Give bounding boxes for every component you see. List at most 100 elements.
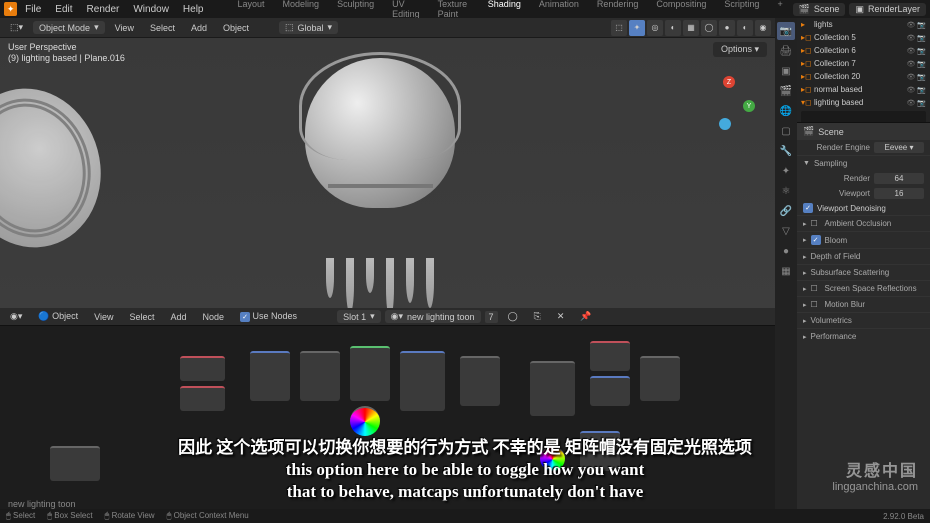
collection-icon: ▸◻ <box>801 59 811 68</box>
section-ao[interactable]: ▸☐Ambient Occlusion <box>797 215 930 231</box>
use-nodes-checkbox[interactable]: ✓ Use Nodes <box>234 310 303 323</box>
gizmo-icon[interactable]: ◎ <box>647 20 663 36</box>
material-unlink-icon[interactable]: ✕ <box>551 310 571 323</box>
prop-tab-output-icon[interactable]: 🖨 <box>777 42 795 60</box>
collection-icon: ▾◻ <box>801 98 811 107</box>
outliner-row[interactable]: ▾◻lighting based👁 📷 <box>797 96 930 109</box>
vp-menu-view[interactable]: View <box>109 22 140 34</box>
prop-tab-render-icon[interactable]: 📷 <box>777 22 795 40</box>
sampling-section[interactable]: ▼Sampling <box>797 155 930 171</box>
menu-file[interactable]: File <box>19 2 47 17</box>
prop-scene-header[interactable]: 🎬Scene <box>797 123 930 140</box>
section-volumetrics[interactable]: ▸Volumetrics <box>797 312 930 328</box>
snap-icon[interactable]: ✦ <box>629 20 645 36</box>
prop-tab-physics-icon[interactable]: ⚛ <box>777 182 795 200</box>
section-ssr[interactable]: ▸☐Screen Space Reflections <box>797 280 930 296</box>
shader-node[interactable] <box>400 351 445 411</box>
mode-dropdown[interactable]: Object Mode▾ <box>33 21 105 34</box>
color-wheel-node[interactable] <box>540 446 565 471</box>
outliner-row[interactable]: ▸◻normal based👁 📷 <box>797 83 930 96</box>
section-bloom[interactable]: ▸✓Bloom <box>797 231 930 248</box>
menu-edit[interactable]: Edit <box>49 2 78 17</box>
vp-menu-object[interactable]: Object <box>217 22 255 34</box>
menu-help[interactable]: Help <box>177 2 210 17</box>
material-users[interactable]: 7 <box>485 311 498 323</box>
blender-logo-icon[interactable]: ✦ <box>4 2 17 16</box>
orientation-dropdown[interactable]: ⬚Global▾ <box>279 21 338 34</box>
axis-neg-icon[interactable] <box>719 118 731 130</box>
shader-node[interactable] <box>640 356 680 401</box>
prop-tab-material-icon[interactable]: ● <box>777 242 795 260</box>
axis-z-icon[interactable]: Z <box>723 76 735 88</box>
render-samples-input[interactable]: 64 <box>874 173 924 184</box>
prop-tab-constraint-icon[interactable]: 🔗 <box>777 202 795 220</box>
shading-rendered-icon[interactable]: ◉ <box>755 20 771 36</box>
xray-icon[interactable]: ▦ <box>683 20 699 36</box>
color-wheel-node[interactable] <box>350 406 380 436</box>
nav-gizmo[interactable]: Z Y <box>705 78 755 128</box>
select-mode-icon[interactable]: ⬚ <box>611 20 627 36</box>
slot-dropdown[interactable]: Slot 1 ▾ <box>337 310 381 323</box>
prop-tab-texture-icon[interactable]: ▦ <box>777 262 795 280</box>
editor-type-icon[interactable]: ⬚▾ <box>4 21 29 34</box>
viewport-options[interactable]: Options ▾ <box>713 42 767 57</box>
shader-node[interactable] <box>580 431 620 471</box>
outliner-row[interactable]: ▸◻Collection 5👁 📷 <box>797 31 930 44</box>
node-menu-add[interactable]: Add <box>164 311 192 323</box>
shader-node[interactable] <box>350 346 390 401</box>
prop-tab-modifier-icon[interactable]: 🔧 <box>777 142 795 160</box>
node-mode[interactable]: 🔵 Object <box>32 310 84 323</box>
overlay-icon[interactable]: ◐ <box>665 20 681 36</box>
node-menu-node[interactable]: Node <box>197 311 231 323</box>
section-performance[interactable]: ▸Performance <box>797 328 930 344</box>
outliner-row[interactable]: ▸ lights 👁 📷 <box>797 18 930 31</box>
shader-node[interactable] <box>530 361 575 416</box>
scene-field[interactable]: 🎬Scene <box>793 3 846 16</box>
shader-node[interactable] <box>180 356 225 381</box>
shading-solid-icon[interactable]: ● <box>719 20 735 36</box>
node-editor-type-icon[interactable]: ◉▾ <box>4 310 28 323</box>
prop-tab-data-icon[interactable]: ▽ <box>777 222 795 240</box>
shader-node[interactable] <box>590 341 630 371</box>
shader-node[interactable] <box>180 386 225 411</box>
section-dof[interactable]: ▸Depth of Field <box>797 248 930 264</box>
node-menu-select[interactable]: Select <box>123 311 160 323</box>
section-sss[interactable]: ▸Subsurface Scattering <box>797 264 930 280</box>
vp-menu-select[interactable]: Select <box>144 22 181 34</box>
material-field[interactable]: ◉▾new lighting toon <box>385 310 481 323</box>
shading-wire-icon[interactable]: ◯ <box>701 20 717 36</box>
vp-menu-add[interactable]: Add <box>185 22 213 34</box>
section-motionblur[interactable]: ▸☐Motion Blur <box>797 296 930 312</box>
renderlayer-field[interactable]: ▣RenderLayer <box>849 3 926 16</box>
prop-tab-particle-icon[interactable]: ✦ <box>777 162 795 180</box>
outliner-row[interactable]: ▸◻Collection 6👁 📷 <box>797 44 930 57</box>
3d-viewport[interactable]: User Perspective (9) lighting based | Pl… <box>0 38 775 308</box>
node-canvas[interactable]: new lighting toon <box>0 326 775 511</box>
material-pin-icon[interactable]: 📌 <box>574 310 597 323</box>
shader-node[interactable] <box>300 351 340 401</box>
prop-tab-viewlayer-icon[interactable]: ▣ <box>777 62 795 80</box>
shader-node[interactable] <box>250 351 290 401</box>
outliner-search-input[interactable] <box>801 111 926 123</box>
axis-y-icon[interactable]: Y <box>743 100 755 112</box>
viewport-samples-input[interactable]: 16 <box>874 188 924 199</box>
prop-tab-scene-icon[interactable]: 🎬 <box>777 82 795 100</box>
prop-tab-world-icon[interactable]: 🌐 <box>777 102 795 120</box>
shading-material-icon[interactable]: ◐ <box>737 20 753 36</box>
outliner: ▸ lights 👁 📷 ▸◻Collection 5👁 📷 ▸◻Collect… <box>797 18 930 123</box>
menu-window[interactable]: Window <box>127 2 175 17</box>
prop-tab-object-icon[interactable]: ▢ <box>777 122 795 140</box>
engine-dropdown[interactable]: Eevee ▾ <box>874 142 924 153</box>
shader-node[interactable] <box>590 376 630 406</box>
visibility-icons[interactable]: 👁 📷 <box>906 21 926 29</box>
shader-node[interactable] <box>50 446 100 481</box>
outliner-row[interactable]: ▸◻Collection 7👁 📷 <box>797 57 930 70</box>
denoise-checkbox[interactable]: ✓ <box>803 203 813 213</box>
shader-node[interactable] <box>460 356 500 406</box>
status-box: 🖱 Box Select <box>47 511 92 521</box>
menu-render[interactable]: Render <box>81 2 126 17</box>
outliner-row[interactable]: ▸◻Collection 20👁 📷 <box>797 70 930 83</box>
material-new-icon[interactable]: ◯ <box>502 310 524 323</box>
material-copy-icon[interactable]: ⎘ <box>528 310 547 323</box>
node-menu-view[interactable]: View <box>88 311 119 323</box>
